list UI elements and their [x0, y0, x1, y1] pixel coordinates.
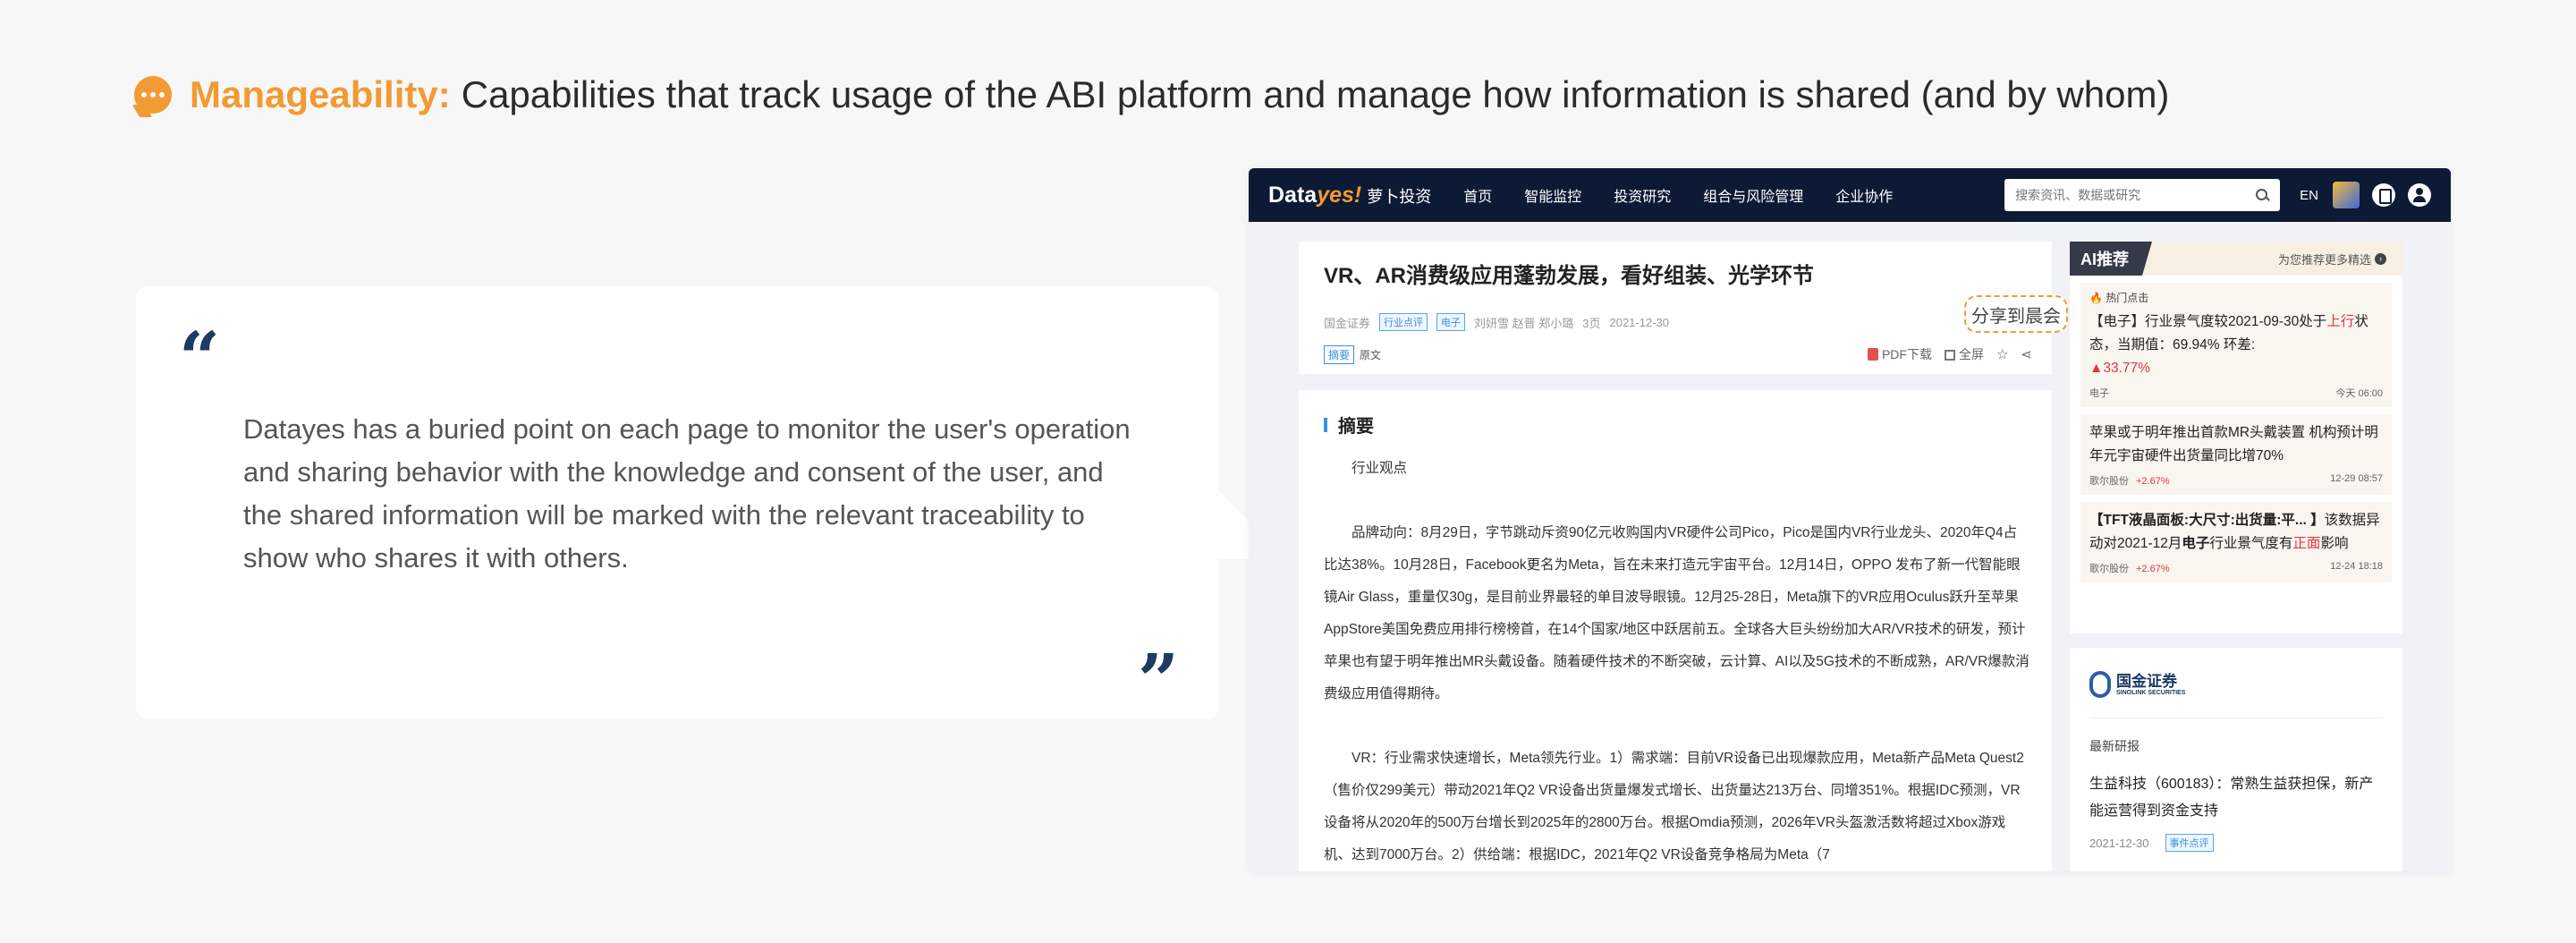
document-icon[interactable]	[2372, 183, 2395, 207]
fullscreen-button[interactable]: 全屏	[1944, 345, 1984, 363]
ai-recommend-card: AI推荐 为您推荐更多精选 › 🔥 热门点击 【电子】行业景气度较2021-09-…	[2070, 242, 2402, 633]
recommendation-item[interactable]: 苹果或于明年推出首款MR头戴装置 机构预计明年元宇宙硬件出货量同比增70% 歌尔…	[2080, 414, 2392, 495]
paragraph-brand-trends: 品牌动向：8月29日，字节跳动斥资90亿元收购国内VR硬件公司Pico，Pico…	[1324, 525, 2029, 701]
article-broker[interactable]: 国金证券	[1324, 314, 1370, 331]
heading-keyword: Manageability:	[190, 73, 451, 115]
recommendation-item[interactable]: 【TFT液晶面板:大尺寸:出货量:平... 】该数据异动对2021-12月电子行…	[2080, 502, 2392, 582]
user-avatar-icon[interactable]	[2408, 183, 2431, 207]
nav-item-monitoring[interactable]: 智能监控	[1524, 184, 1581, 206]
broker-card: 国金证券 SINOLINK SECURITIES 最新研报 生益科技（60018…	[2070, 648, 2402, 871]
quote-card: “ Datayes has a buried point on each pag…	[136, 286, 1218, 719]
open-quote-icon: “	[179, 316, 221, 400]
recommendation-item[interactable]: 🔥 热门点击 【电子】行业景气度较2021-09-30处于上行状态，当期值：69…	[2080, 283, 2392, 407]
nav-item-research[interactable]: 投资研究	[1614, 184, 1671, 206]
hot-click-label: 🔥 热门点击	[2089, 292, 2149, 304]
tab-original[interactable]: 原文	[1360, 347, 1381, 362]
ai-badge: AI推荐	[2070, 242, 2152, 276]
more-recommendations-link[interactable]: 为您推荐更多精选 ›	[2278, 251, 2386, 268]
close-quote-icon: ”	[1137, 638, 1179, 722]
datayes-app-window: Datayes!萝卜投资 首页 智能监控 投资研究 组合与风险管理 企业协作 E…	[1249, 168, 2451, 871]
report-date: 2021-12-30	[2089, 836, 2149, 850]
report-link[interactable]: 生益科技（600183）：常熟生益获担保，新产能运营得到资金支持	[2089, 771, 2385, 825]
paragraph-vr: VR：行业需求快速增长，Meta领先行业。1）需求端：目前VR设备已出现爆款应用…	[1324, 751, 2024, 862]
nav-menu: 首页 智能监控 投资研究 组合与风险管理 企业协作	[1463, 184, 1893, 206]
article-panel: VR、AR消费级应用蓬勃发展，看好组装、光学环节 国金证券 行业点评 电子 刘妍…	[1299, 242, 2052, 871]
top-nav: Datayes!萝卜投资 首页 智能监控 投资研究 组合与风险管理 企业协作 E…	[1249, 168, 2451, 222]
nav-item-collaboration[interactable]: 企业协作	[1835, 184, 1893, 206]
star-icon[interactable]: ☆	[1996, 346, 2008, 362]
share-to-morning-meeting-tooltip[interactable]: 分享到晨会	[1964, 295, 2068, 333]
quote-text: Datayes has a buried point on each page …	[243, 413, 1131, 573]
article-tag-type: 行业点评	[1379, 313, 1428, 331]
tab-summary[interactable]: 摘要	[1324, 345, 1355, 364]
latest-reports-label: 最新研报	[2089, 739, 2140, 753]
ai-recommend-header: AI推荐 为您推荐更多精选 ›	[2070, 242, 2402, 276]
article-pages: 3页	[1582, 316, 1601, 330]
search-box	[2004, 179, 2281, 211]
broker-logo[interactable]: 国金证券 SINOLINK SECURITIES	[2089, 671, 2185, 698]
broker-logo-icon	[2089, 671, 2111, 698]
share-icon[interactable]: ⋖	[2021, 346, 2032, 362]
datayes-logo[interactable]: Data yes! 萝卜投资	[1268, 183, 1431, 208]
article-date: 2021-12-30	[1609, 315, 1669, 329]
search-icon[interactable]	[2255, 188, 2269, 202]
pdf-download-button[interactable]: PDF下载	[1867, 345, 1932, 363]
nav-item-portfolio[interactable]: 组合与风险管理	[1703, 184, 1803, 206]
article-divider	[1299, 374, 2052, 390]
chat-bubble-icon	[134, 76, 172, 114]
article-authors: 刘妍雪 赵晋 郑小璐	[1474, 316, 1574, 330]
fullscreen-icon	[1944, 350, 1955, 361]
arrow-right-icon: ›	[2375, 252, 2386, 265]
paragraph-industry-view: 行业观点	[1352, 461, 1408, 476]
report-tag: 事件点评	[2165, 834, 2214, 852]
article-title: VR、AR消费级应用蓬勃发展，看好组装、光学环节	[1324, 264, 1815, 288]
article-body: 行业观点 品牌动向：8月29日，字节跳动斥资90亿元收购国内VR硬件公司Pico…	[1324, 453, 2030, 871]
language-toggle[interactable]: EN	[2300, 188, 2318, 203]
heading-description: Capabilities that track usage of the ABI…	[461, 73, 2170, 115]
pdf-icon	[1867, 348, 1878, 361]
search-input[interactable]	[2015, 188, 2256, 202]
section-heading: Manageability: Capabilities that track u…	[134, 72, 2169, 118]
nav-item-home[interactable]: 首页	[1463, 184, 1492, 206]
article-toolbar: PDF下载 全屏 ☆ ⋖	[1867, 345, 2032, 363]
article-tag-industry: 电子	[1436, 313, 1466, 331]
gift-icon[interactable]	[2333, 182, 2360, 208]
summary-section-title: 摘要	[1324, 412, 1374, 438]
article-tabs: 摘要 原文	[1324, 345, 1381, 364]
article-meta: 国金证券 行业点评 电子 刘妍雪 赵晋 郑小璐 3页 2021-12-30	[1324, 313, 1669, 331]
